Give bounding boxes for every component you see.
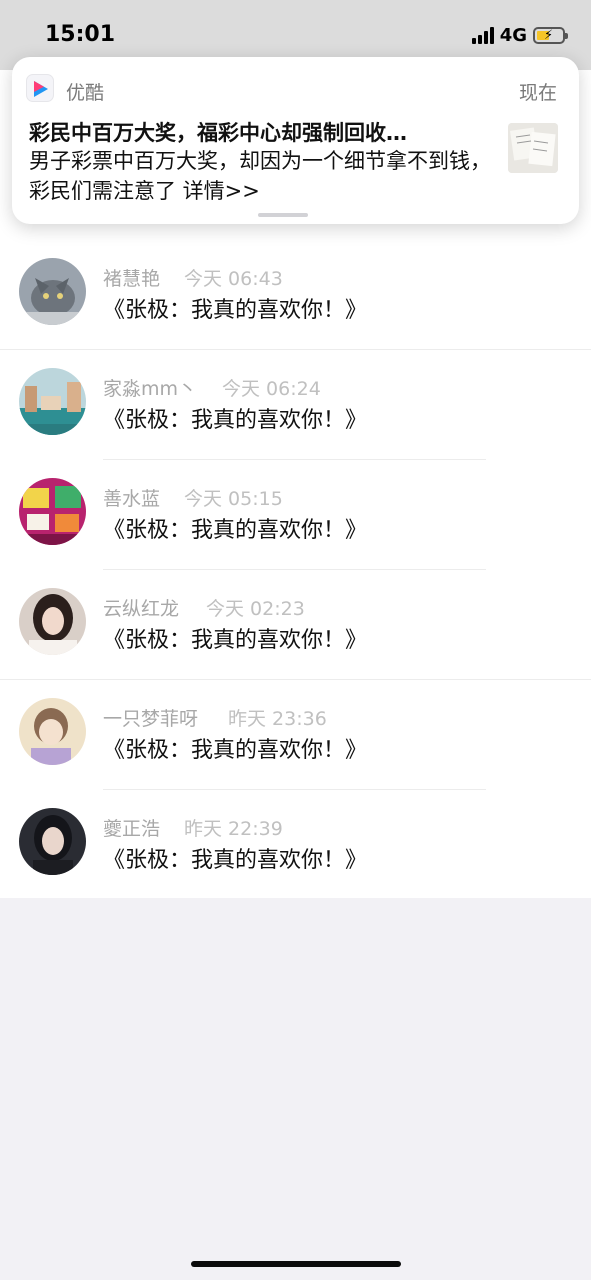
message-row[interactable]: 褚慧艳 今天 06:43 《张极：我真的喜欢你！》 bbox=[0, 240, 591, 350]
avatar[interactable] bbox=[19, 368, 86, 435]
message-row[interactable]: 善水蓝 今天 05:15 《张极：我真的喜欢你！》 bbox=[0, 460, 591, 570]
message-list: 褚慧艳 今天 06:43 《张极：我真的喜欢你！》 家淼mm丶 今天 06:24… bbox=[0, 240, 591, 898]
avatar[interactable] bbox=[19, 478, 86, 545]
push-notification-banner[interactable]: 优酷 现在 彩民中百万大奖，福彩中心却强制回收… 男子彩票中百万大奖，却因为一个… bbox=[12, 57, 579, 224]
avatar[interactable] bbox=[19, 258, 86, 325]
cellular-signal-icon bbox=[471, 26, 494, 44]
message-text: 《张极：我真的喜欢你！》 bbox=[103, 628, 368, 653]
sender-name: 善水蓝 bbox=[103, 488, 161, 510]
notification-body: 男子彩票中百万大奖，却因为一个细节拿不到钱，彩民们需注意了 详情>> bbox=[29, 149, 491, 203]
status-time: 15:01 bbox=[45, 22, 116, 47]
notification-app-name: 优酷 bbox=[66, 82, 105, 104]
sender-name: 褚慧艳 bbox=[103, 268, 161, 290]
notification-thumbnail bbox=[508, 123, 558, 173]
status-indicators: 4G ⚡ bbox=[471, 24, 568, 46]
message-row[interactable]: 夔正浩 昨天 22:39 《张极：我真的喜欢你！》 bbox=[0, 790, 591, 900]
message-text: 《张极：我真的喜欢你！》 bbox=[103, 518, 368, 543]
battery-charging-icon: ⚡ bbox=[533, 26, 568, 44]
screen: 15:01 4G ⚡ 褚慧艳 今天 06:43 《张极：我真的喜欢你！》 家淼m… bbox=[0, 0, 591, 1280]
message-row[interactable]: 一只梦菲呀 昨天 23:36 《张极：我真的喜欢你！》 bbox=[0, 680, 591, 790]
avatar[interactable] bbox=[19, 808, 86, 875]
avatar[interactable] bbox=[19, 698, 86, 765]
notification-drag-handle[interactable] bbox=[258, 213, 308, 217]
message-time: 今天 06:24 bbox=[222, 378, 321, 400]
sender-name: 家淼mm丶 bbox=[103, 378, 198, 400]
message-text: 《张极：我真的喜欢你！》 bbox=[103, 298, 368, 323]
message-time: 今天 05:15 bbox=[184, 488, 283, 510]
home-indicator[interactable] bbox=[191, 1261, 401, 1267]
message-text: 《张极：我真的喜欢你！》 bbox=[103, 408, 368, 433]
sender-name: 云纵红龙 bbox=[103, 598, 180, 620]
message-time: 今天 02:23 bbox=[206, 598, 305, 620]
message-text: 《张极：我真的喜欢你！》 bbox=[103, 848, 368, 873]
message-time: 昨天 23:36 bbox=[228, 708, 327, 730]
avatar[interactable] bbox=[19, 588, 86, 655]
sender-name: 夔正浩 bbox=[103, 818, 161, 840]
youku-app-icon bbox=[26, 74, 54, 102]
network-type: 4G bbox=[499, 24, 527, 46]
message-row[interactable]: 家淼mm丶 今天 06:24 《张极：我真的喜欢你！》 bbox=[0, 350, 591, 460]
message-time: 今天 06:43 bbox=[184, 268, 283, 290]
notification-title: 彩民中百万大奖，福彩中心却强制回收… bbox=[29, 121, 407, 145]
message-row[interactable]: 云纵红龙 今天 02:23 《张极：我真的喜欢你！》 bbox=[0, 570, 591, 680]
sender-name: 一只梦菲呀 bbox=[103, 708, 199, 730]
message-text: 《张极：我真的喜欢你！》 bbox=[103, 738, 368, 763]
message-time: 昨天 22:39 bbox=[184, 818, 283, 840]
notification-time: 现在 bbox=[518, 82, 557, 104]
